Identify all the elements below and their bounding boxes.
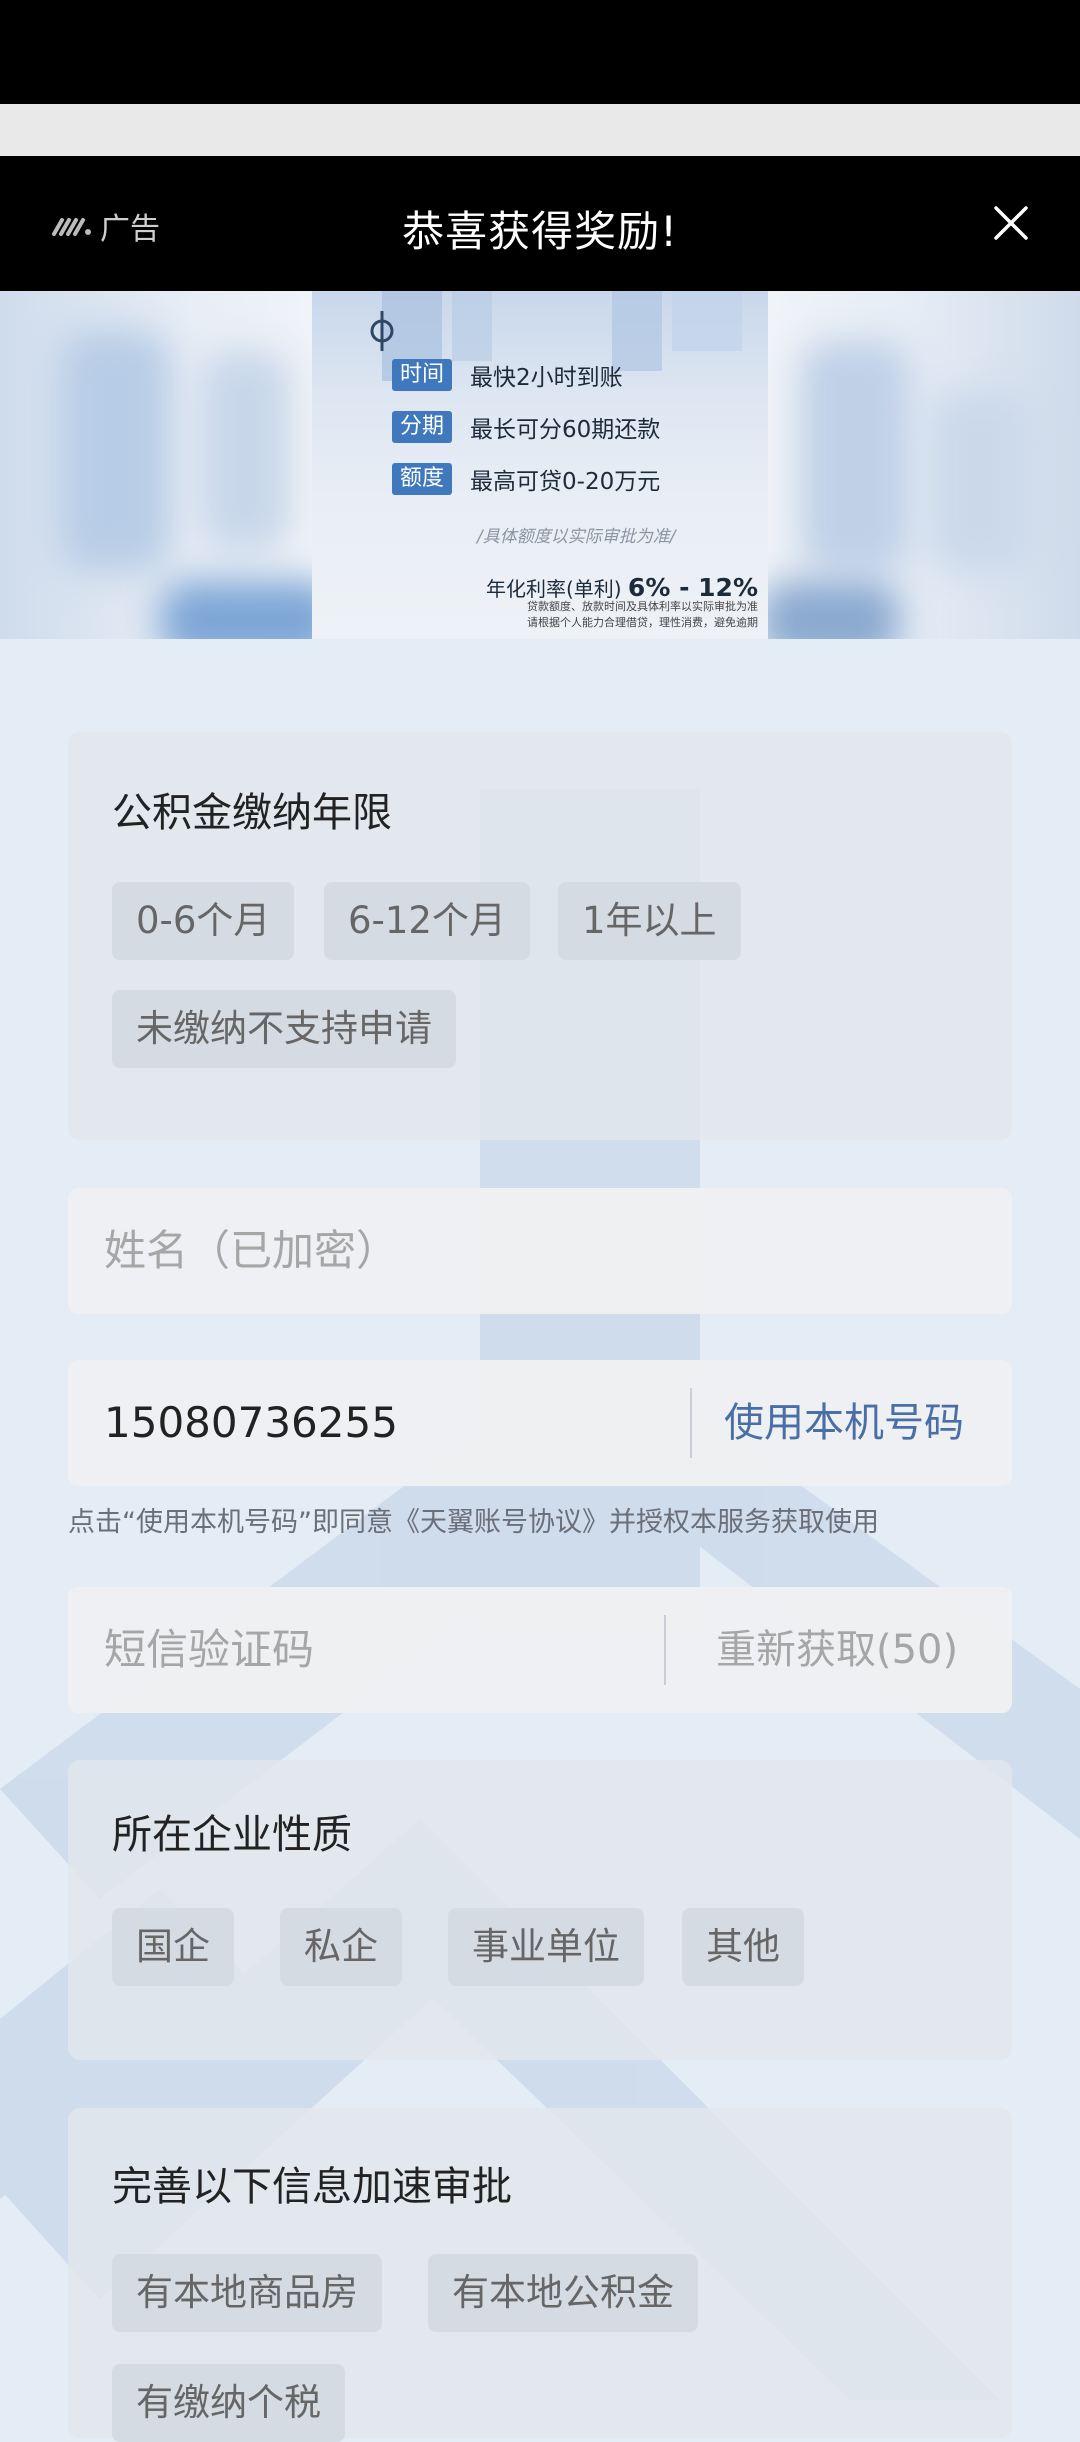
- extra-info-title: 完善以下信息加速审批: [112, 2164, 512, 2210]
- option-6-12-months[interactable]: 6-12个月: [324, 882, 530, 960]
- option-local-property[interactable]: 有本地商品房: [112, 2254, 382, 2332]
- fund-years-card: 公积金缴纳年限 0-6个月 6-12个月 1年以上 未缴纳不支持申请: [68, 732, 1012, 1140]
- sms-code-input[interactable]: [104, 1587, 664, 1713]
- option-income-tax[interactable]: 有缴纳个税: [112, 2364, 345, 2442]
- banner-disclaimer: 贷款额度、放款时间及具体利率以实际审批为准 请根据个人能力合理借贷，理性消费，避…: [527, 599, 758, 631]
- banner-disclaimer-line: 贷款额度、放款时间及具体利率以实际审批为准: [527, 600, 758, 613]
- banner-row-text: 最长可分60期还款: [470, 417, 661, 443]
- company-type-card: 所在企业性质 国企 私企 事业单位 其他: [68, 1760, 1012, 2060]
- phone-input[interactable]: [104, 1360, 664, 1486]
- banner-row-text: 最高可贷0-20万元: [470, 469, 661, 495]
- banner-decoration: [930, 391, 1030, 571]
- banner-decoration: [800, 341, 910, 571]
- use-local-number-button[interactable]: 使用本机号码: [724, 1360, 964, 1486]
- top-spacer: [0, 104, 1080, 156]
- promo-banner[interactable]: 时间 最快2小时到账 分期 最长可分60期还款 额度 最高可贷0-20万元 /具…: [0, 291, 1080, 639]
- option-not-paid[interactable]: 未缴纳不支持申请: [112, 990, 456, 1068]
- banner-row-time: 时间 最快2小时到账: [392, 357, 623, 393]
- option-0-6-months[interactable]: 0-6个月: [112, 882, 295, 960]
- resend-code-button[interactable]: 重新获取(50): [716, 1587, 958, 1713]
- banner-row-installment: 分期 最长可分60期还款: [392, 409, 660, 445]
- banner-row-amount: 额度 最高可贷0-20万元: [392, 461, 660, 497]
- option-private[interactable]: 私企: [280, 1908, 402, 1986]
- option-other[interactable]: 其他: [682, 1908, 804, 1986]
- company-type-title: 所在企业性质: [112, 1812, 352, 1858]
- ad-title: 恭喜获得奖励!: [402, 207, 678, 256]
- consent-text[interactable]: 点击“使用本机号码”即同意《天翼账号协议》并授权本服务获取使用: [68, 1500, 879, 1539]
- banner-poster: 时间 最快2小时到账 分期 最长可分60期还款 额度 最高可贷0-20万元 /具…: [312, 291, 768, 639]
- option-public-institution[interactable]: 事业单位: [448, 1908, 644, 1986]
- banner-tag: 额度: [392, 463, 453, 495]
- phone-field[interactable]: 使用本机号码: [68, 1360, 1012, 1486]
- banner-rate: 年化利率(单利) 6% - 12%: [486, 573, 758, 602]
- name-input[interactable]: [104, 1188, 664, 1314]
- close-icon: [994, 206, 1028, 240]
- close-button[interactable]: [986, 198, 1036, 248]
- option-over-1-year[interactable]: 1年以上: [558, 882, 741, 960]
- banner-decoration: [200, 351, 290, 551]
- banner-row-text: 最快2小时到账: [470, 365, 623, 391]
- sms-code-field[interactable]: 重新获取(50): [68, 1587, 1012, 1713]
- banner-note: /具体额度以实际审批为准/: [477, 527, 676, 547]
- banner-disclaimer-line: 请根据个人能力合理借贷，理性消费，避免逾期: [527, 616, 758, 629]
- fund-years-title: 公积金缴纳年限: [112, 790, 392, 836]
- option-local-housing-fund[interactable]: 有本地公积金: [428, 2254, 698, 2332]
- option-state-owned[interactable]: 国企: [112, 1908, 234, 1986]
- name-field[interactable]: [68, 1188, 1012, 1314]
- phone-field-divider: [690, 1388, 692, 1458]
- banner-rate-value: 6% - 12%: [627, 573, 758, 602]
- banner-tag: 分期: [392, 411, 453, 443]
- banner-tag: 时间: [392, 359, 453, 391]
- ad-header: 广告 恭喜获得奖励!: [0, 156, 1080, 291]
- status-bar: [0, 0, 1080, 104]
- banner-decoration: [760, 581, 900, 639]
- city-skyline-icon: [370, 291, 742, 381]
- sms-field-divider: [664, 1615, 666, 1685]
- banner-decoration: [60, 331, 170, 571]
- banner-rate-label: 年化利率(单利): [485, 577, 622, 601]
- extra-info-card: 完善以下信息加速审批 有本地商品房 有本地公积金 有缴纳个税: [68, 2108, 1012, 2442]
